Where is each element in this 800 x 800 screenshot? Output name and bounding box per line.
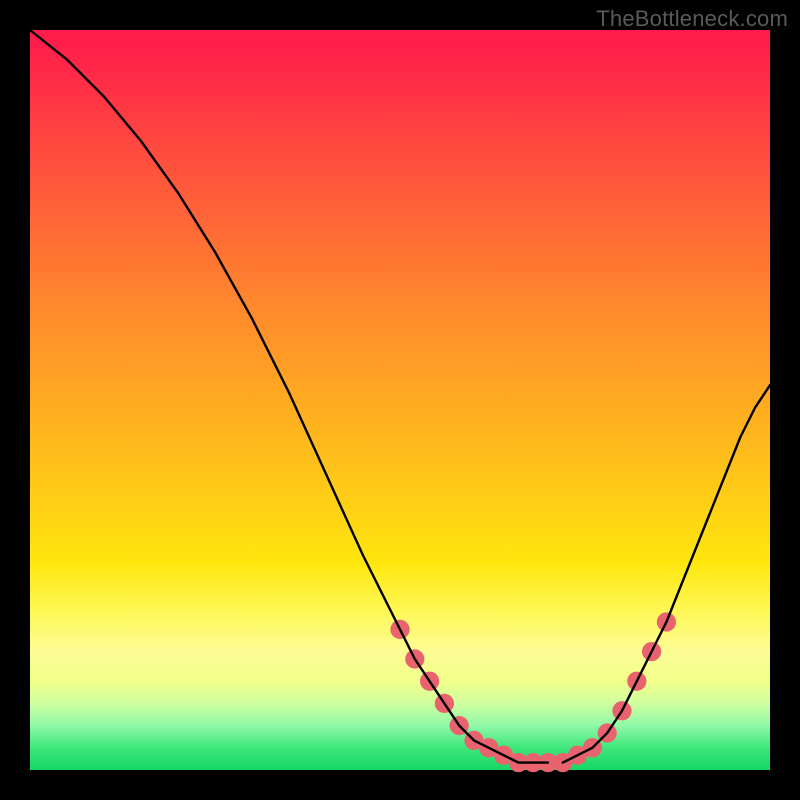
left-curve [30,30,548,763]
chart-svg [30,30,770,770]
chart-frame: TheBottleneck.com [0,0,800,800]
marker-layer [390,612,676,772]
right-curve [563,385,770,762]
watermark-text: TheBottleneck.com [596,6,788,32]
